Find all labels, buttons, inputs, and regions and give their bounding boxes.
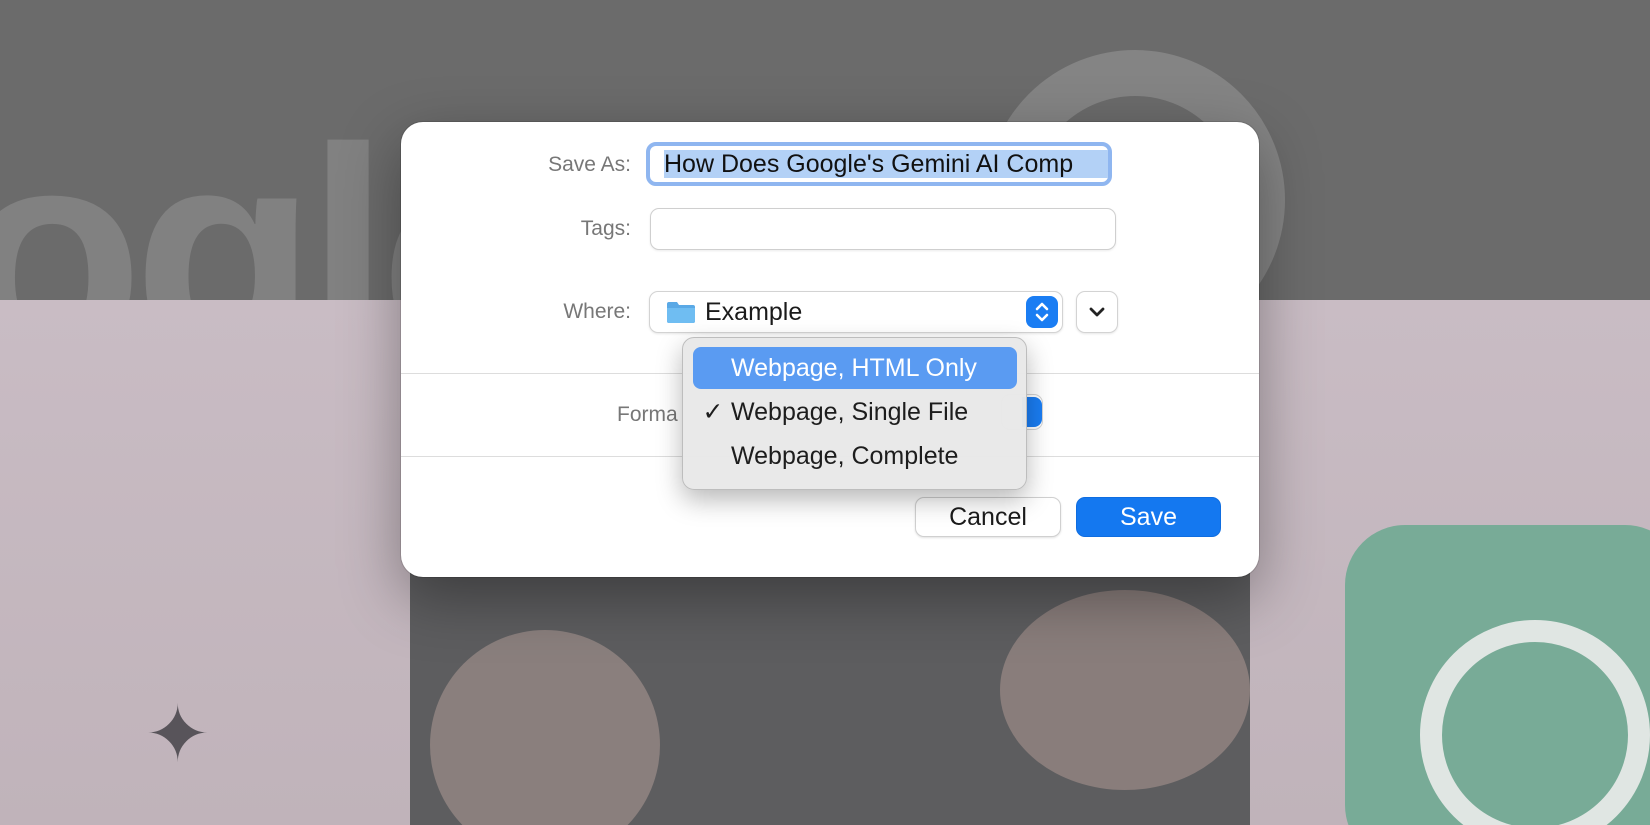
checkmark-icon: ✓: [702, 397, 724, 426]
menu-item-label: Webpage, HTML Only: [731, 354, 977, 382]
background-sparkle-icon: ✦: [145, 690, 211, 780]
menu-item-label: Webpage, Complete: [731, 442, 959, 470]
cancel-button[interactable]: Cancel: [915, 497, 1061, 537]
expand-button[interactable]: [1076, 291, 1118, 333]
where-label: Where:: [563, 300, 631, 323]
format-label: Forma: [617, 403, 678, 426]
where-popup[interactable]: Example: [649, 291, 1063, 333]
tags-label: Tags:: [580, 217, 631, 240]
where-value: Example: [705, 298, 803, 326]
save-as-label: Save As:: [548, 153, 631, 176]
background-thumb-right: [1000, 590, 1250, 790]
chevron-down-icon: [1089, 307, 1105, 317]
tags-field[interactable]: [650, 208, 1116, 250]
menu-item-html-only[interactable]: Webpage, HTML Only: [693, 347, 1017, 389]
save-as-field[interactable]: How Does Google's Gemini AI Comp: [646, 142, 1112, 186]
folder-icon: [667, 302, 695, 323]
menu-item-label: Webpage, Single File: [731, 398, 969, 426]
menu-item-single-file[interactable]: ✓ Webpage, Single File: [693, 391, 1017, 433]
save-as-value: How Does Google's Gemini AI Comp: [664, 150, 1108, 178]
up-down-chevron-icon: [1026, 296, 1058, 328]
menu-item-complete[interactable]: Webpage, Complete: [693, 435, 1017, 477]
format-dropdown-menu: Webpage, HTML Only ✓ Webpage, Single Fil…: [682, 337, 1027, 490]
save-button[interactable]: Save: [1076, 497, 1221, 537]
